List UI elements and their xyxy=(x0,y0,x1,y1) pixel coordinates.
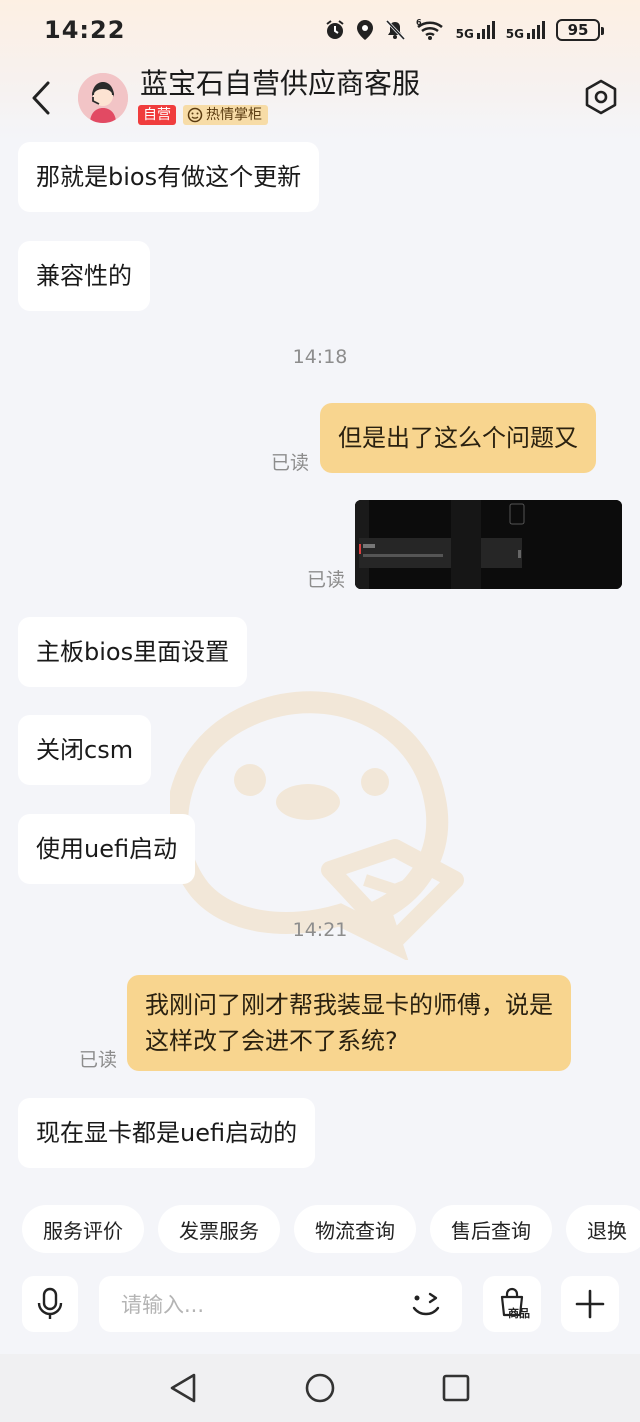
goods-button[interactable]: 商品 xyxy=(483,1276,541,1332)
timestamp: 14:18 xyxy=(292,346,348,368)
chip-invoice-service[interactable]: 发票服务 xyxy=(158,1205,280,1253)
signal-icon xyxy=(527,21,545,39)
timestamp: 14:21 xyxy=(292,919,348,941)
message-bubble[interactable]: 关闭csm xyxy=(18,715,152,785)
svg-text:6: 6 xyxy=(416,19,422,27)
message-bubble[interactable]: 那就是bios有做这个更新 xyxy=(18,142,320,212)
alarm-icon xyxy=(325,20,344,39)
own-message-bubble[interactable]: 我刚问了刚才帮我装显卡的师傅，说是 这样改了会进不了系统? xyxy=(127,975,571,1071)
message-text: 那就是bios有做这个更新 xyxy=(36,163,302,191)
plus-icon xyxy=(575,1289,605,1319)
goods-label: 商品 xyxy=(508,1307,530,1320)
own-message-bubble[interactable]: 但是出了这么个问题又 xyxy=(320,403,596,473)
wifi-icon: 6 xyxy=(416,19,443,40)
message-bubble[interactable]: 兼容性的 xyxy=(18,241,150,311)
nav-home-button[interactable] xyxy=(300,1368,340,1408)
screenshot-thumbnail xyxy=(355,500,622,589)
shop-name: 蓝宝石自营供应商客服 xyxy=(140,67,421,100)
settings-icon xyxy=(585,79,617,115)
avatar[interactable] xyxy=(78,73,128,123)
mute-icon xyxy=(385,19,405,41)
message-text: 关闭csm xyxy=(36,736,134,764)
message-text: 主板bios里面设置 xyxy=(36,638,230,666)
message-text: 但是出了这么个问题又 xyxy=(338,424,578,452)
chip-return-exchange[interactable]: 退换 xyxy=(566,1205,640,1253)
chip-after-sales[interactable]: 售后查询 xyxy=(430,1205,552,1253)
circle-home-icon xyxy=(305,1373,335,1403)
message-text: 使用uefi启动 xyxy=(36,835,178,863)
voice-button[interactable] xyxy=(22,1276,78,1332)
square-recents-icon xyxy=(442,1374,470,1402)
nav-recents-button[interactable] xyxy=(436,1368,476,1408)
status-bar: 14:22 6 5G 5G 95 xyxy=(0,0,640,60)
shop-badges: 自营 热情掌柜 xyxy=(138,105,268,125)
quick-actions: 服务评价 发票服务 物流查询 售后查询 退换 xyxy=(22,1205,640,1253)
message-bubble[interactable]: 使用uefi启动 xyxy=(18,814,196,884)
nav-back-button[interactable] xyxy=(163,1368,203,1408)
battery-level: 95 xyxy=(567,21,589,39)
back-button[interactable] xyxy=(26,78,56,118)
system-navigation-bar xyxy=(0,1354,640,1422)
image-message[interactable] xyxy=(355,500,622,589)
message-text-line: 这样改了会进不了系统? xyxy=(145,1027,398,1055)
signal-icon xyxy=(476,21,495,39)
battery-icon: 95 xyxy=(556,19,604,41)
message-text: 现在显卡都是uefi启动的 xyxy=(36,1119,298,1147)
network-type-2: 5G xyxy=(505,27,524,41)
location-icon xyxy=(356,20,373,40)
self-operated-badge: 自营 xyxy=(138,105,176,125)
microphone-icon xyxy=(37,1287,63,1319)
message-input[interactable]: 请输入... xyxy=(99,1276,462,1332)
message-bubble[interactable]: 现在显卡都是uefi启动的 xyxy=(18,1098,316,1168)
chat-header: 蓝宝石自营供应商客服 自营 热情掌柜 xyxy=(0,60,640,140)
smiley-icon xyxy=(187,107,203,123)
chevron-left-icon xyxy=(32,81,50,115)
chip-service-review[interactable]: 服务评价 xyxy=(22,1205,144,1253)
emoji-icon[interactable] xyxy=(408,1288,444,1320)
message-text-line: 我刚问了刚才帮我装显卡的师傅，说是 xyxy=(145,991,553,1019)
read-status: 已读 xyxy=(307,569,346,591)
read-status: 已读 xyxy=(271,452,310,474)
settings-button[interactable] xyxy=(580,76,622,118)
network-type-1: 5G xyxy=(455,27,474,41)
clock: 14:22 xyxy=(44,16,126,44)
warm-shopkeeper-label: 热情掌柜 xyxy=(206,107,262,123)
input-row: 请输入... 商品 xyxy=(0,1276,640,1332)
warm-shopkeeper-badge: 热情掌柜 xyxy=(183,105,268,125)
read-status: 已读 xyxy=(79,1049,118,1071)
more-button[interactable] xyxy=(561,1276,619,1332)
status-icons: 6 5G 5G 95 xyxy=(324,19,604,41)
message-text: 兼容性的 xyxy=(36,262,132,290)
chip-logistics[interactable]: 物流查询 xyxy=(294,1205,416,1253)
signal-1: 5G xyxy=(456,20,496,40)
input-placeholder: 请输入... xyxy=(121,1293,205,1317)
message-bubble[interactable]: 主板bios里面设置 xyxy=(18,617,248,687)
triangle-back-icon xyxy=(170,1373,196,1403)
agent-avatar-icon xyxy=(78,73,128,123)
signal-2: 5G xyxy=(506,20,546,40)
